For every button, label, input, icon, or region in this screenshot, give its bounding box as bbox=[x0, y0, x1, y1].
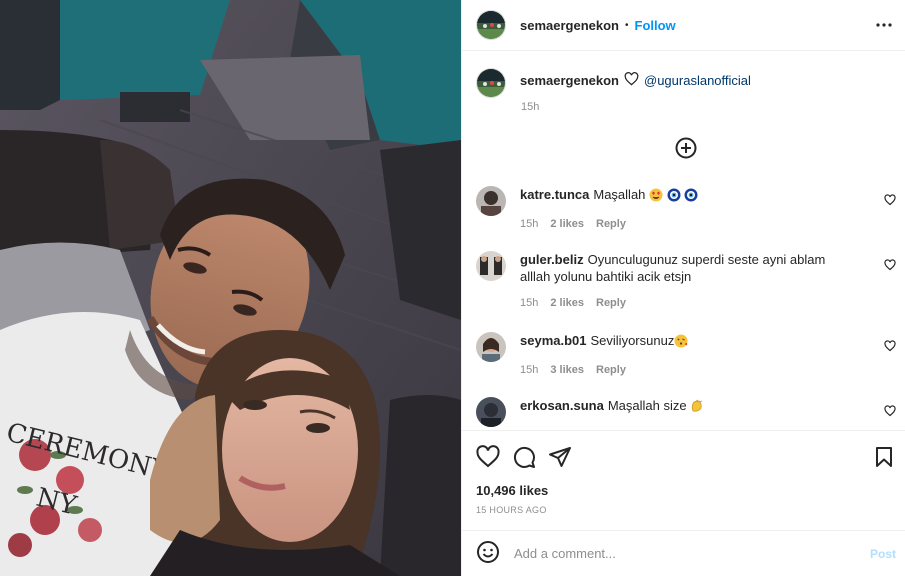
caption-mention-link[interactable]: @uguraslanofficial bbox=[644, 73, 751, 88]
bookmark-icon[interactable] bbox=[872, 445, 896, 469]
comment-time: 15h bbox=[520, 218, 539, 230]
like-heart-icon[interactable] bbox=[476, 445, 500, 469]
comment-like-heart-icon[interactable] bbox=[884, 194, 896, 206]
comment-like-heart-icon[interactable] bbox=[884, 340, 896, 352]
comment-item: seyma.b01 Seviliyorsunuz 15h 3 likes Repl… bbox=[476, 332, 896, 376]
follow-button[interactable]: Follow bbox=[635, 18, 676, 33]
share-send-icon[interactable] bbox=[548, 445, 572, 469]
add-comment-bar: Post bbox=[462, 530, 905, 576]
commenter-avatar[interactable] bbox=[476, 332, 506, 362]
comment-likes[interactable]: 2 likes bbox=[550, 218, 584, 230]
kissing-face-emoji bbox=[674, 334, 688, 352]
heart-eyes-emoji bbox=[649, 188, 663, 206]
comment-text: Seviliyorsunuz bbox=[590, 333, 675, 348]
comment-item: erkosan.suna Maşallah size bbox=[476, 397, 896, 430]
comment-like-heart-icon[interactable] bbox=[884, 259, 896, 271]
author-avatar[interactable] bbox=[476, 10, 506, 40]
comment-time: 15h bbox=[520, 364, 539, 376]
post-actions: 10,496 likes 15 HOURS AGO bbox=[462, 430, 905, 530]
caption-username[interactable]: semaergenekon bbox=[520, 73, 619, 88]
caption-time: 15h bbox=[521, 101, 540, 113]
add-comment-input[interactable] bbox=[514, 546, 854, 561]
comment-username[interactable]: katre.tunca bbox=[520, 187, 589, 202]
more-options-icon[interactable] bbox=[876, 17, 892, 33]
post-comment-button[interactable]: Post bbox=[870, 547, 896, 561]
commenter-avatar[interactable] bbox=[476, 251, 506, 281]
comment-username[interactable]: guler.beliz bbox=[520, 252, 584, 267]
comment-text: Maşallah bbox=[593, 187, 646, 202]
plus-circle-icon[interactable] bbox=[675, 137, 697, 159]
comment-reply-button[interactable]: Reply bbox=[596, 218, 626, 230]
evil-eye-emoji bbox=[684, 188, 698, 206]
comment-icon[interactable] bbox=[512, 445, 536, 469]
post-photo[interactable]: CEREMONY NY bbox=[0, 0, 461, 576]
commenter-avatar[interactable] bbox=[476, 186, 506, 216]
selfie-image: CEREMONY NY bbox=[0, 0, 461, 576]
comment-time: 15h bbox=[520, 297, 539, 309]
separator-dot: • bbox=[625, 19, 629, 31]
heart-outline-icon bbox=[624, 72, 639, 89]
comment-item: katre.tunca Maşallah 15h 2 likes Reply bbox=[476, 186, 896, 230]
comment-item: guler.beliz Oyunculugunuz superdi seste a… bbox=[476, 251, 896, 309]
comment-text: Maşallah size bbox=[607, 398, 687, 413]
comment-reply-button[interactable]: Reply bbox=[596, 364, 626, 376]
post-date: 15 HOURS AGO bbox=[476, 505, 547, 515]
instagram-post-modal: CEREMONY NY semaergenekon • Follow semae… bbox=[0, 0, 905, 576]
clapping-hands-emoji bbox=[690, 399, 704, 417]
caption-avatar[interactable] bbox=[476, 68, 506, 98]
post-header: semaergenekon • Follow bbox=[462, 0, 905, 51]
author-username[interactable]: semaergenekon bbox=[520, 18, 619, 33]
comment-likes[interactable]: 3 likes bbox=[550, 364, 584, 376]
smiley-icon[interactable] bbox=[476, 540, 500, 567]
comment-like-heart-icon[interactable] bbox=[884, 405, 896, 417]
commenter-avatar[interactable] bbox=[476, 397, 506, 427]
comment-username[interactable]: erkosan.suna bbox=[520, 398, 604, 413]
comment-likes[interactable]: 2 likes bbox=[550, 297, 584, 309]
caption: semaergenekon @uguraslanofficial 15h bbox=[476, 68, 896, 113]
post-details-panel: semaergenekon • Follow semaergenekon @ug… bbox=[461, 0, 905, 576]
comment-reply-button[interactable]: Reply bbox=[596, 297, 626, 309]
likes-count[interactable]: 10,496 likes bbox=[476, 483, 548, 498]
evil-eye-emoji bbox=[667, 188, 681, 206]
comment-username[interactable]: seyma.b01 bbox=[520, 333, 587, 348]
